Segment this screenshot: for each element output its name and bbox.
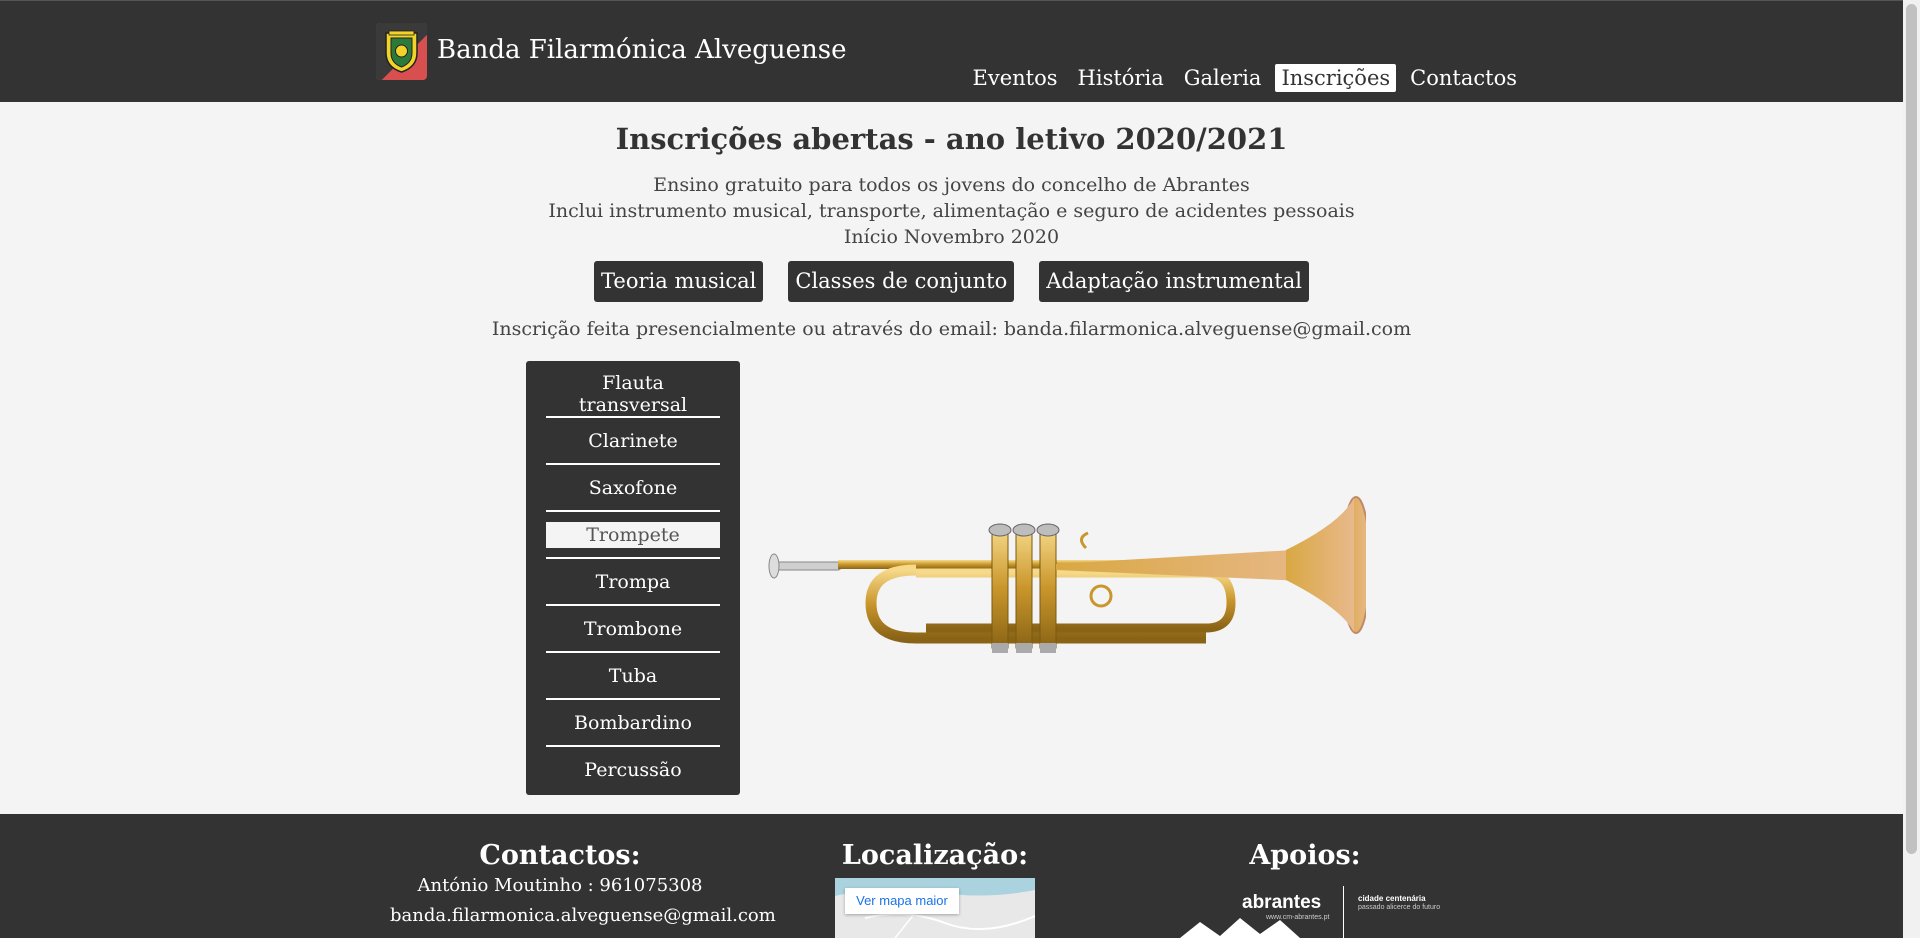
contacts-heading: Contactos: xyxy=(479,840,641,871)
footer-location: Localização: xyxy=(835,840,1035,871)
instrument-item[interactable]: Saxofone xyxy=(546,465,720,512)
location-heading: Localização: xyxy=(841,840,1029,871)
sponsor-divider xyxy=(1343,886,1344,938)
instrument-item-active[interactable]: Trompete xyxy=(546,512,720,559)
instrument-item[interactable]: Tuba xyxy=(546,653,720,700)
nav-contactos[interactable]: Contactos xyxy=(1404,64,1523,92)
registration-email-note: Inscrição feita presencialmente ou atrav… xyxy=(491,318,1412,340)
site-footer: Contactos: António Moutinho : 961075308 … xyxy=(0,814,1903,938)
instrument-item[interactable]: Flauta transversal xyxy=(546,371,720,418)
sponsor-tagline: cidade centenária xyxy=(1358,894,1426,903)
sponsor-name: abrantes xyxy=(1242,892,1322,913)
location-map[interactable]: Ver mapa maior xyxy=(835,878,1035,938)
sponsor-subtagline: passado alicerce do futuro xyxy=(1358,904,1441,911)
instrument-item[interactable]: Bombardino xyxy=(546,700,720,747)
instrument-item[interactable]: Percussão xyxy=(546,747,720,792)
info-lines: Ensino gratuito para todos os jovens do … xyxy=(0,172,1903,250)
page-scrollbar[interactable] xyxy=(1903,0,1920,938)
instrument-item[interactable]: Trombone xyxy=(546,606,720,653)
course-tags: Teoria musical Classes de conjunto Adapt… xyxy=(0,261,1903,302)
footer-support: Apoios: xyxy=(1180,840,1430,871)
trumpet-image xyxy=(768,496,1366,653)
sponsor-url: www.cm-abrantes.pt xyxy=(1266,914,1330,921)
nav-galeria[interactable]: Galeria xyxy=(1178,64,1268,92)
contact-phone: António Moutinho : 961075308 xyxy=(417,875,703,896)
tag-classes-conjunto: Classes de conjunto xyxy=(788,261,1015,302)
info-line: Inclui instrumento musical, transporte, … xyxy=(548,200,1355,222)
page-title: Inscrições abertas - ano letivo 2020/202… xyxy=(615,122,1288,156)
nav-inscricoes[interactable]: Inscrições xyxy=(1275,64,1397,92)
scrollbar-thumb[interactable] xyxy=(1906,4,1917,854)
nav-eventos[interactable]: Eventos xyxy=(967,64,1064,92)
instrument-item[interactable]: Clarinete xyxy=(546,418,720,465)
site-title[interactable]: Banda Filarmónica Alveguense xyxy=(437,35,846,65)
support-heading: Apoios: xyxy=(1249,840,1361,871)
info-line: Ensino gratuito para todos os jovens do … xyxy=(653,174,1250,196)
crest-icon xyxy=(385,30,418,73)
view-larger-map-button[interactable]: Ver mapa maior xyxy=(845,888,959,914)
main-nav: Eventos História Galeria Inscrições Cont… xyxy=(967,62,1523,94)
tag-teoria-musical: Teoria musical xyxy=(594,261,764,302)
contact-email[interactable]: banda.filarmonica.alveguense@gmail.com xyxy=(390,901,776,931)
tag-adaptacao-instrumental: Adaptação instrumental xyxy=(1039,261,1309,302)
footer-contacts: Contactos: António Moutinho : 961075308 … xyxy=(390,840,776,931)
info-line: Início Novembro 2020 xyxy=(843,226,1060,248)
instrument-item[interactable]: Trompa xyxy=(546,559,720,606)
site-header: Banda Filarmónica Alveguense Eventos His… xyxy=(0,0,1903,102)
instrument-list: Flauta transversal Clarinete Saxofone Tr… xyxy=(526,361,740,795)
band-logo[interactable] xyxy=(376,23,427,80)
nav-historia[interactable]: História xyxy=(1072,64,1170,92)
